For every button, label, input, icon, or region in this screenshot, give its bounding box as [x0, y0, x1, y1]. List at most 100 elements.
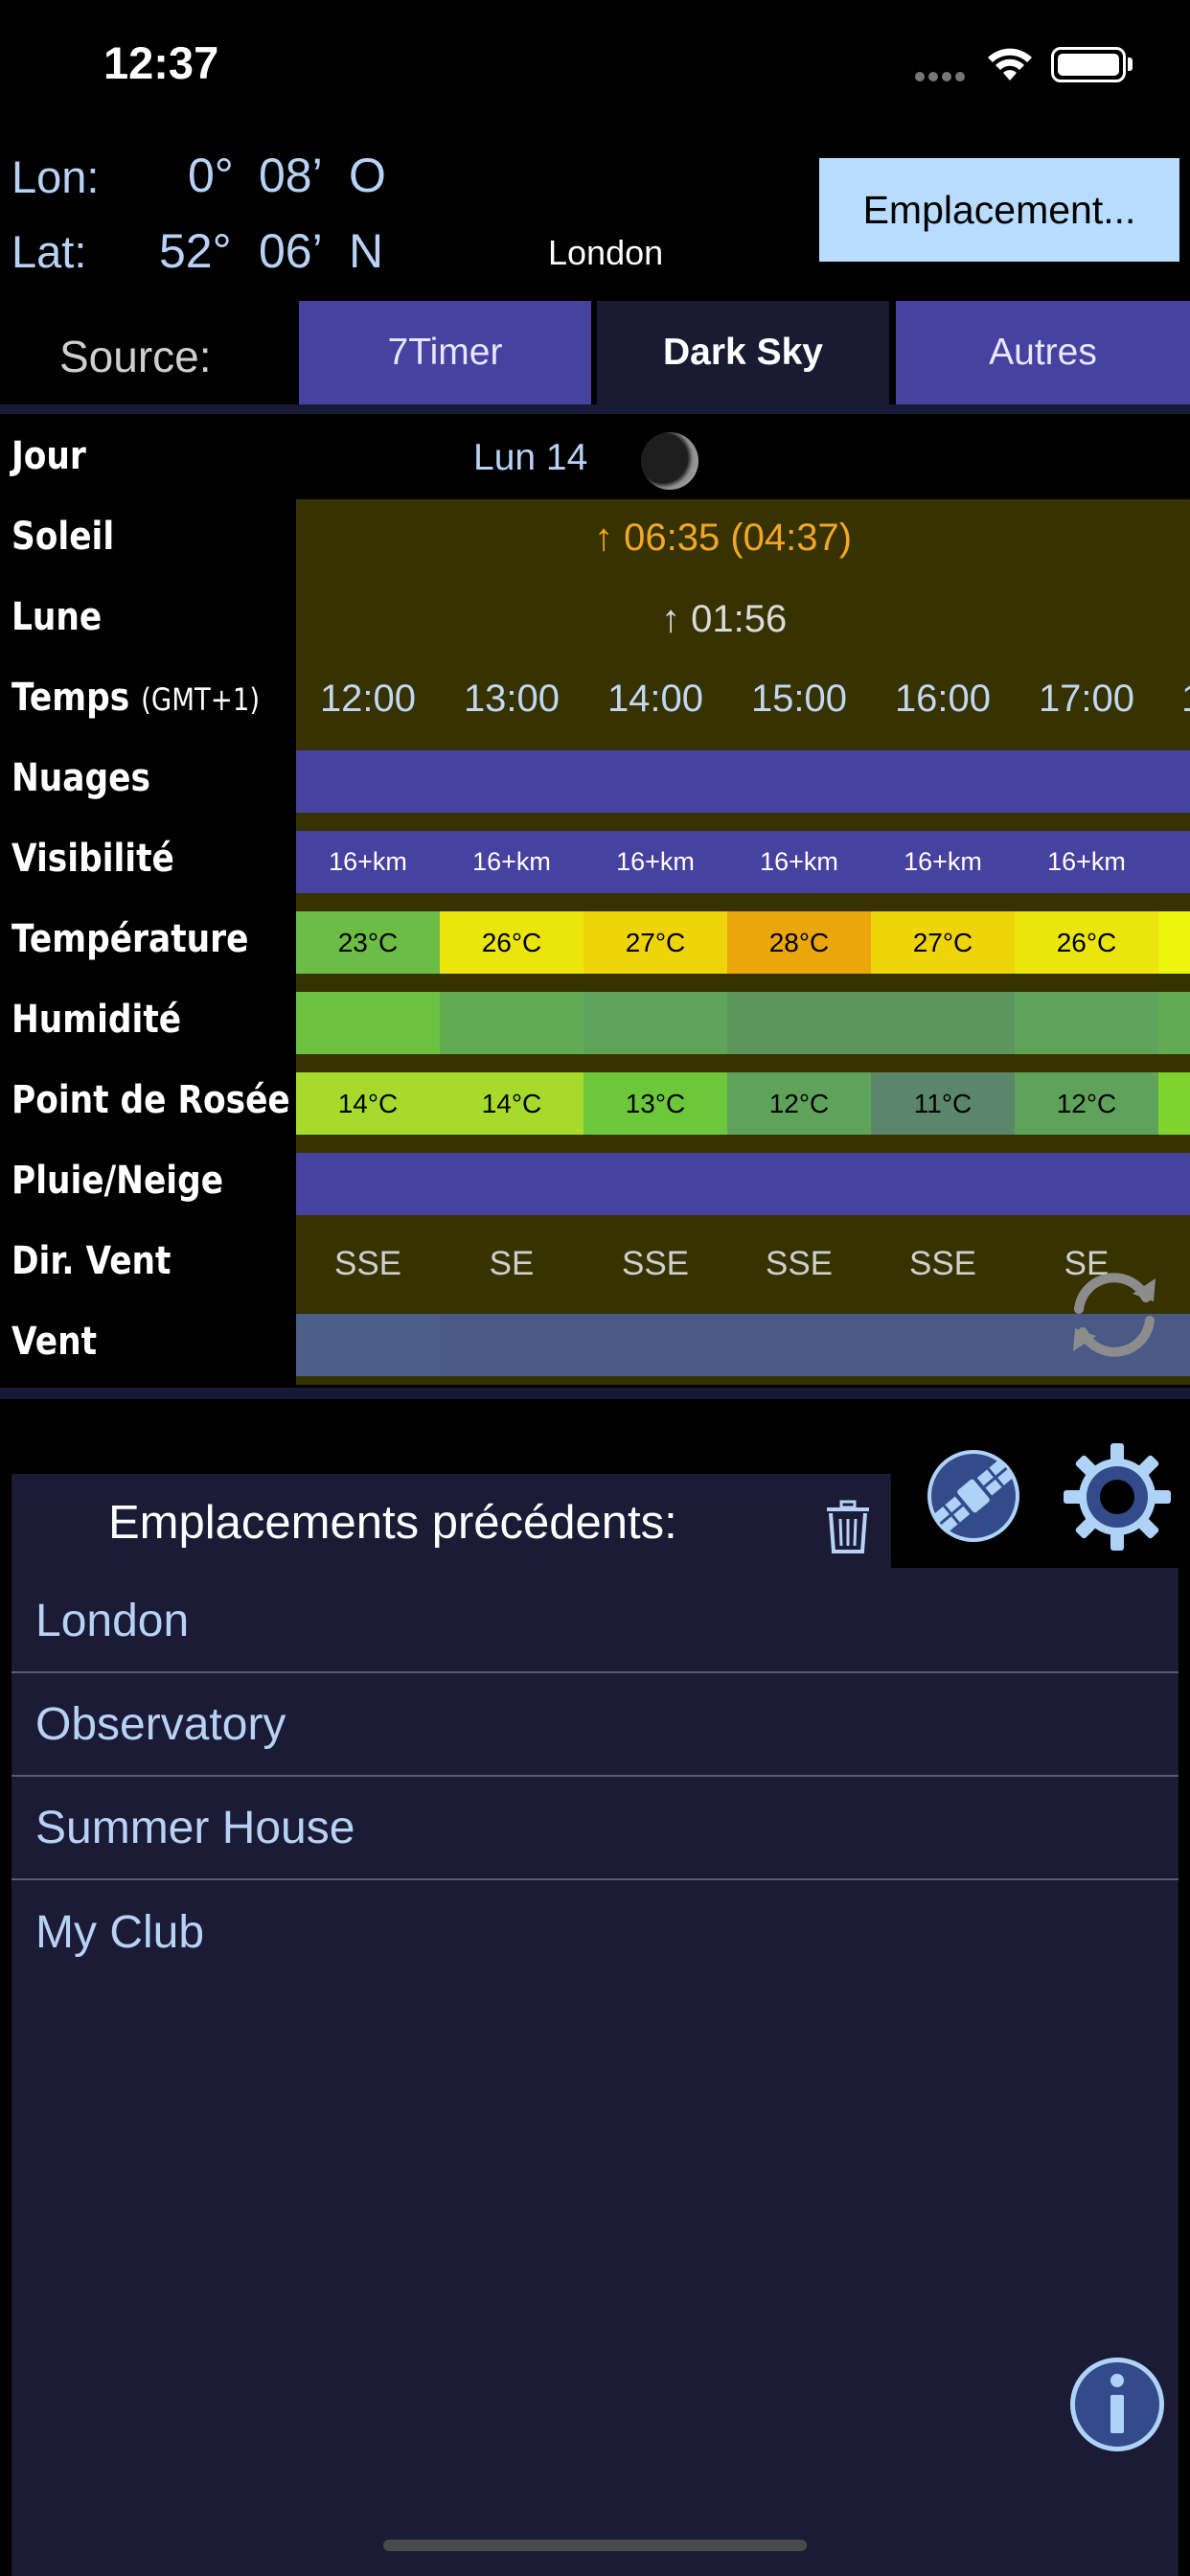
battery-nub [1128, 58, 1133, 71]
humidity-cell [440, 992, 584, 1054]
wind-cell [440, 1314, 584, 1376]
row-label-day: Jour [11, 434, 86, 478]
history-item-my-club[interactable]: My Club [11, 1880, 1179, 1984]
row-label-wind: Vent [11, 1320, 98, 1364]
hour-label: 14:00 [606, 678, 704, 720]
current-city: London [548, 233, 664, 272]
row-label-clouds: Nuages [11, 756, 150, 800]
row-label-humidity: Humidité [11, 998, 182, 1042]
location-button[interactable]: Emplacement... [819, 158, 1179, 262]
dew-point-cell: 13°C [584, 1072, 727, 1135]
hour-label: 15:00 [750, 678, 848, 720]
wind-dir-cell: SSE [765, 1245, 834, 1282]
day-value: Lun 14 [473, 437, 588, 478]
row-label-dew-point: Point de Rosée [11, 1078, 290, 1122]
dew-point-cell: 14°C [440, 1072, 584, 1135]
row-label-moon: Lune [11, 595, 103, 639]
temperature-cell: 23°C [296, 911, 440, 974]
row-label-temperature: Température [11, 917, 249, 961]
moonrise-value: ↑ 01:56 [661, 598, 788, 640]
wifi-icon [988, 48, 1032, 80]
humidity-row [296, 992, 1190, 1054]
hour-label: 16:00 [894, 678, 992, 720]
wind-cell [871, 1314, 1015, 1376]
tab-7timer[interactable]: 7Timer [299, 301, 591, 404]
source-label: Source: [59, 332, 212, 381]
wind-dir-cell: SSE [333, 1245, 402, 1282]
dew-point-cell: 14°C [296, 1072, 440, 1135]
humidity-cell [1015, 992, 1158, 1054]
satellite-icon[interactable] [923, 1445, 1024, 1547]
temperature-cell: 27°C [871, 911, 1015, 974]
dew-point-cell: 12°C [1015, 1072, 1158, 1135]
visibility-cell: 16+km [1047, 847, 1126, 876]
humidity-cell [1158, 992, 1190, 1054]
visibility-cell: 16+km [760, 847, 838, 876]
time-zone: (GMT+1) [141, 681, 261, 718]
history-item-summer-house[interactable]: Summer House [11, 1777, 1179, 1880]
sunrise-value: ↑ 06:35 (04:37) [594, 517, 853, 559]
clouds-row [296, 750, 1190, 813]
divider [0, 1388, 1190, 1399]
humidity-cell [296, 992, 440, 1054]
lon-minutes: 08’ [259, 149, 323, 202]
hour-label: 12:00 [319, 678, 417, 720]
wind-cell [727, 1314, 871, 1376]
lat-minutes: 06’ [259, 224, 323, 278]
battery-icon [1051, 47, 1126, 82]
hour-label-partial: 1 [1181, 678, 1190, 721]
history-item-london[interactable]: London [11, 1570, 1179, 1673]
row-label-visibility: Visibilité [11, 837, 174, 881]
temperature-cell: 26°C [1015, 911, 1158, 974]
temperature-cell: 26°C [440, 911, 584, 974]
row-label-wind-dir: Dir. Vent [11, 1239, 172, 1283]
dew-point-row: 14°C 14°C 13°C 12°C 11°C 12°C [296, 1072, 1190, 1135]
temperature-cell: 28°C [727, 911, 871, 974]
lat-degrees: 52° [159, 224, 232, 278]
row-label-time: Temps (GMT+1) [11, 676, 260, 720]
wind-dir-cell: SSE [621, 1245, 690, 1282]
lon-label: Lon: [11, 151, 100, 202]
wind-row [296, 1314, 1190, 1376]
humidity-cell [727, 992, 871, 1054]
moon-phase-icon [641, 432, 698, 490]
tab-autres[interactable]: Autres [896, 301, 1190, 404]
hour-label: 17:00 [1038, 678, 1135, 720]
visibility-cell: 16+km [472, 847, 551, 876]
lon-direction: O [349, 149, 386, 202]
history-item-observatory[interactable]: Observatory [11, 1673, 1179, 1777]
status-time: 12:37 [103, 37, 219, 88]
precip-row [296, 1153, 1190, 1215]
dew-point-cell-partial [1158, 1072, 1190, 1135]
settings-gear-icon[interactable] [1062, 1441, 1173, 1552]
wind-dir-cell: SSE [908, 1245, 977, 1282]
row-label-precip: Pluie/Neige [11, 1159, 224, 1203]
trash-icon[interactable] [824, 1500, 872, 1553]
temperature-row: 23°C 26°C 27°C 28°C 27°C 26°C [296, 911, 1190, 974]
home-indicator[interactable] [383, 2540, 807, 2551]
tab-dark-sky[interactable]: Dark Sky [597, 301, 889, 404]
wind-cell [296, 1314, 440, 1376]
cellular-signal-icon [915, 69, 969, 86]
humidity-cell [871, 992, 1015, 1054]
visibility-cell-partial [1158, 831, 1190, 893]
lat-label: Lat: [11, 226, 87, 277]
lon-degrees: 0° [188, 149, 234, 202]
wind-cell [584, 1314, 727, 1376]
row-label-sun: Soleil [11, 515, 115, 559]
dew-point-cell: 11°C [871, 1072, 1015, 1135]
visibility-cell: 16+km [904, 847, 982, 876]
temperature-cell-partial [1158, 911, 1190, 974]
wind-dir-cell: SE [489, 1245, 535, 1282]
refresh-icon[interactable] [1065, 1267, 1163, 1361]
dew-point-cell: 12°C [727, 1072, 871, 1135]
history-title: Emplacements précédents: [108, 1497, 677, 1549]
visibility-row: 16+km 16+km 16+km 16+km 16+km 16+km [296, 831, 1190, 893]
visibility-cell: 16+km [329, 847, 407, 876]
hour-label: 13:00 [463, 678, 561, 720]
lat-direction: N [349, 224, 384, 278]
visibility-cell: 16+km [616, 847, 695, 876]
info-icon[interactable] [1066, 2354, 1168, 2455]
time-label: Temps [11, 676, 130, 720]
humidity-cell [584, 992, 727, 1054]
